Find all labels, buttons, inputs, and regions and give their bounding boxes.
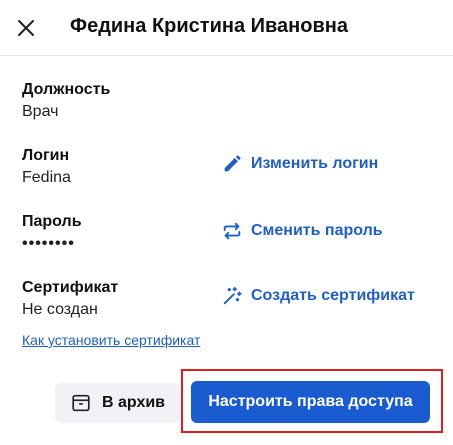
pencil-icon [224, 155, 241, 172]
change-login-button[interactable]: Изменить логин [221, 153, 378, 175]
close-button[interactable] [14, 16, 38, 40]
archive-label: В архив [101, 394, 166, 411]
close-icon [18, 20, 34, 36]
login-label: Логин [22, 147, 70, 164]
field-position: Должность Врач [22, 80, 110, 122]
password-value: •••••••• [22, 235, 75, 252]
archive-box-icon [72, 394, 90, 412]
login-value: Fedina [22, 169, 71, 186]
configure-access-label: Настроить права доступа [208, 393, 413, 410]
install-certificate-link[interactable]: Как установить сертификат [22, 332, 200, 348]
dialog-header: Федина Кристина Ивановна [0, 0, 453, 56]
position-label: Должность [22, 81, 111, 98]
magic-wand-icon [223, 286, 242, 305]
swap-arrows-icon [223, 222, 241, 240]
dialog-title: Федина Кристина Ивановна [70, 15, 348, 37]
archive-button[interactable]: В архив [55, 383, 180, 423]
field-certificate: Сертификат Не создан [22, 278, 118, 320]
create-certificate-label: Создать сертификат [251, 287, 415, 304]
change-login-label: Изменить логин [251, 155, 379, 172]
configure-access-button[interactable]: Настроить права доступа [191, 381, 430, 423]
change-password-button[interactable]: Сменить пароль [221, 220, 383, 242]
field-login: Логин Fedina [22, 146, 71, 188]
certificate-label: Сертификат [22, 279, 119, 296]
password-label: Пароль [22, 213, 82, 230]
position-value: Врач [22, 103, 59, 120]
certificate-value: Не создан [22, 301, 98, 318]
field-password: Пароль •••••••• [22, 212, 82, 254]
create-certificate-button[interactable]: Создать сертификат [221, 285, 415, 307]
change-password-label: Сменить пароль [251, 222, 383, 239]
